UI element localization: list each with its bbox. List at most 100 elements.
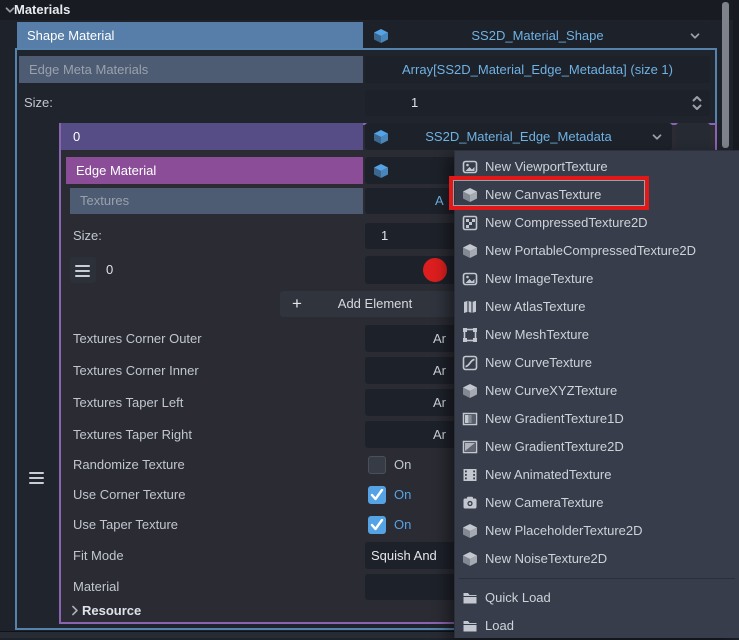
array-element0-label[interactable]: 0 (61, 123, 363, 150)
cube-icon (373, 28, 389, 44)
drag-handle-icon (29, 469, 44, 487)
menu-item-label: New CameraTexture (485, 495, 604, 510)
array-value-text: Ar (433, 357, 446, 384)
property-label-fit-mode: Fit Mode (73, 542, 124, 569)
panel-right-edge (733, 0, 739, 150)
checkbox-icon[interactable] (368, 516, 386, 534)
property-label-use-corner-texture: Use Corner Texture (73, 482, 185, 508)
array-value-text: Ar (433, 421, 446, 448)
property-label-randomize-texture: Randomize Texture (73, 452, 185, 478)
checkbox-icon[interactable] (368, 456, 386, 474)
gradient-2d-icon (462, 439, 478, 455)
menu-item-new-meshtexture[interactable]: New MeshTexture (455, 321, 739, 349)
size-label: Size: (73, 223, 102, 249)
element-index-text: 0 (106, 257, 113, 283)
menu-item-label: New AtlasTexture (485, 299, 585, 314)
property-label-textures-corner-outer: Textures Corner Outer (73, 325, 202, 352)
element-index-text: 0 (73, 123, 80, 150)
cube-icon (462, 243, 478, 259)
resource-name: SS2D_Material_Edge_Metadata (365, 123, 672, 150)
toggle-state-text: On (394, 452, 411, 478)
resource-picker-shape-material[interactable]: SS2D_Material_Shape (365, 22, 710, 49)
menu-item-new-atlastexture[interactable]: New AtlasTexture (455, 293, 739, 321)
menu-item-new-placeholdertexture2d[interactable]: New PlaceholderTexture2D (455, 517, 739, 545)
add-element-button[interactable]: + Add Element (280, 291, 470, 317)
curve-icon (462, 355, 478, 371)
new-texture-popup-menu: New ViewportTextureNew CanvasTextureNew … (454, 150, 739, 638)
size-value: 1 (411, 90, 418, 116)
menu-item-new-gradienttexture1d[interactable]: New GradientTexture1D (455, 405, 739, 433)
property-label-textures[interactable]: Textures (70, 188, 363, 214)
property-label-material: Material (73, 574, 119, 600)
property-label-text: Textures (80, 188, 129, 214)
element-options-button[interactable] (676, 123, 710, 150)
mesh-image-icon (462, 327, 478, 343)
category-header-materials[interactable]: Materials (0, 0, 739, 20)
image-icon (462, 271, 478, 287)
resource-section-title: Resource (82, 603, 141, 618)
chevron-down-icon (650, 130, 664, 144)
atlas-book-icon (462, 299, 478, 315)
category-title: Materials (14, 0, 70, 20)
menu-item-new-compressedtexture2d[interactable]: New CompressedTexture2D (455, 209, 739, 237)
menu-item-load[interactable]: Load (455, 612, 739, 640)
property-label-edge-meta-materials[interactable]: Edge Meta Materials (19, 56, 363, 83)
resource-section-fold[interactable]: Resource (82, 601, 141, 621)
menu-item-quick-load[interactable]: Quick Load (455, 584, 739, 612)
chevron-down-icon (688, 29, 702, 43)
menu-item-label: New ViewportTexture (485, 159, 608, 174)
property-label-text: Edge Material (76, 157, 156, 184)
annotation-highlight-box (449, 176, 649, 210)
menu-item-label: New CurveXYZTexture (485, 383, 617, 398)
chevron-right-icon (68, 604, 81, 617)
checkbox-icon[interactable] (368, 486, 386, 504)
plus-icon: + (292, 291, 302, 316)
filmstrip-icon (462, 467, 478, 483)
menu-item-label: New CompressedTexture2D (485, 215, 648, 230)
texture-preview-red-circle (423, 258, 447, 282)
menu-item-label: Quick Load (485, 590, 551, 605)
spinner-updown-icon[interactable] (690, 95, 704, 111)
gradient-1d-icon (462, 411, 478, 427)
menu-item-label: New GradientTexture1D (485, 411, 624, 426)
compressed-image-icon (462, 215, 478, 231)
menu-item-new-animatedtexture[interactable]: New AnimatedTexture (455, 461, 739, 489)
menu-item-new-portablecompressedtexture2d[interactable]: New PortableCompressedTexture2D (455, 237, 739, 265)
cube-icon (373, 129, 389, 145)
drag-handle-button[interactable] (70, 257, 96, 283)
folder-icon (462, 590, 478, 606)
toggle-state-text: On (394, 512, 411, 538)
camera-icon (462, 495, 478, 511)
scrollbar-thumb[interactable] (722, 2, 729, 148)
drag-handle[interactable] (29, 469, 44, 490)
add-element-label: Add Element (338, 296, 412, 311)
menu-item-new-noisetexture2d[interactable]: New NoiseTexture2D (455, 545, 739, 573)
cube-icon (462, 523, 478, 539)
godot-inspector-panel: Materials Shape Material SS2D_Material_S… (0, 0, 739, 638)
array-value-text: Ar (433, 389, 446, 416)
size-value: 1 (381, 223, 388, 249)
menu-item-new-gradienttexture2d[interactable]: New GradientTexture2D (455, 433, 739, 461)
cube-icon (462, 383, 478, 399)
property-label-textures-corner-inner: Textures Corner Inner (73, 357, 199, 384)
size-label: Size: (24, 90, 53, 116)
menu-item-new-curvetexture[interactable]: New CurveTexture (455, 349, 739, 377)
menu-item-label: New PortableCompressedTexture2D (485, 243, 696, 258)
cube-icon (373, 163, 389, 179)
property-label-text: Edge Meta Materials (29, 56, 148, 83)
array-value-text: Ar (433, 325, 446, 352)
menu-item-new-curvexyztexture[interactable]: New CurveXYZTexture (455, 377, 739, 405)
menu-item-label: New CurveTexture (485, 355, 592, 370)
property-label-text: Shape Material (27, 22, 114, 49)
menu-item-new-imagetexture[interactable]: New ImageTexture (455, 265, 739, 293)
property-label-shape-material[interactable]: Shape Material (17, 22, 363, 49)
property-label-edge-material[interactable]: Edge Material (66, 157, 363, 184)
array-value-text: A (435, 188, 444, 214)
array-value-button[interactable]: Array[SS2D_Material_Edge_Metadata] (size… (365, 56, 710, 83)
menu-item-new-cameratexture[interactable]: New CameraTexture (455, 489, 739, 517)
resource-picker-element0[interactable]: SS2D_Material_Edge_Metadata (365, 123, 672, 150)
menu-item-label: New AnimatedTexture (485, 467, 611, 482)
size-spinbox[interactable]: 1 (365, 90, 710, 116)
resource-name: SS2D_Material_Shape (365, 22, 710, 49)
menu-item-label: Load (485, 618, 514, 633)
